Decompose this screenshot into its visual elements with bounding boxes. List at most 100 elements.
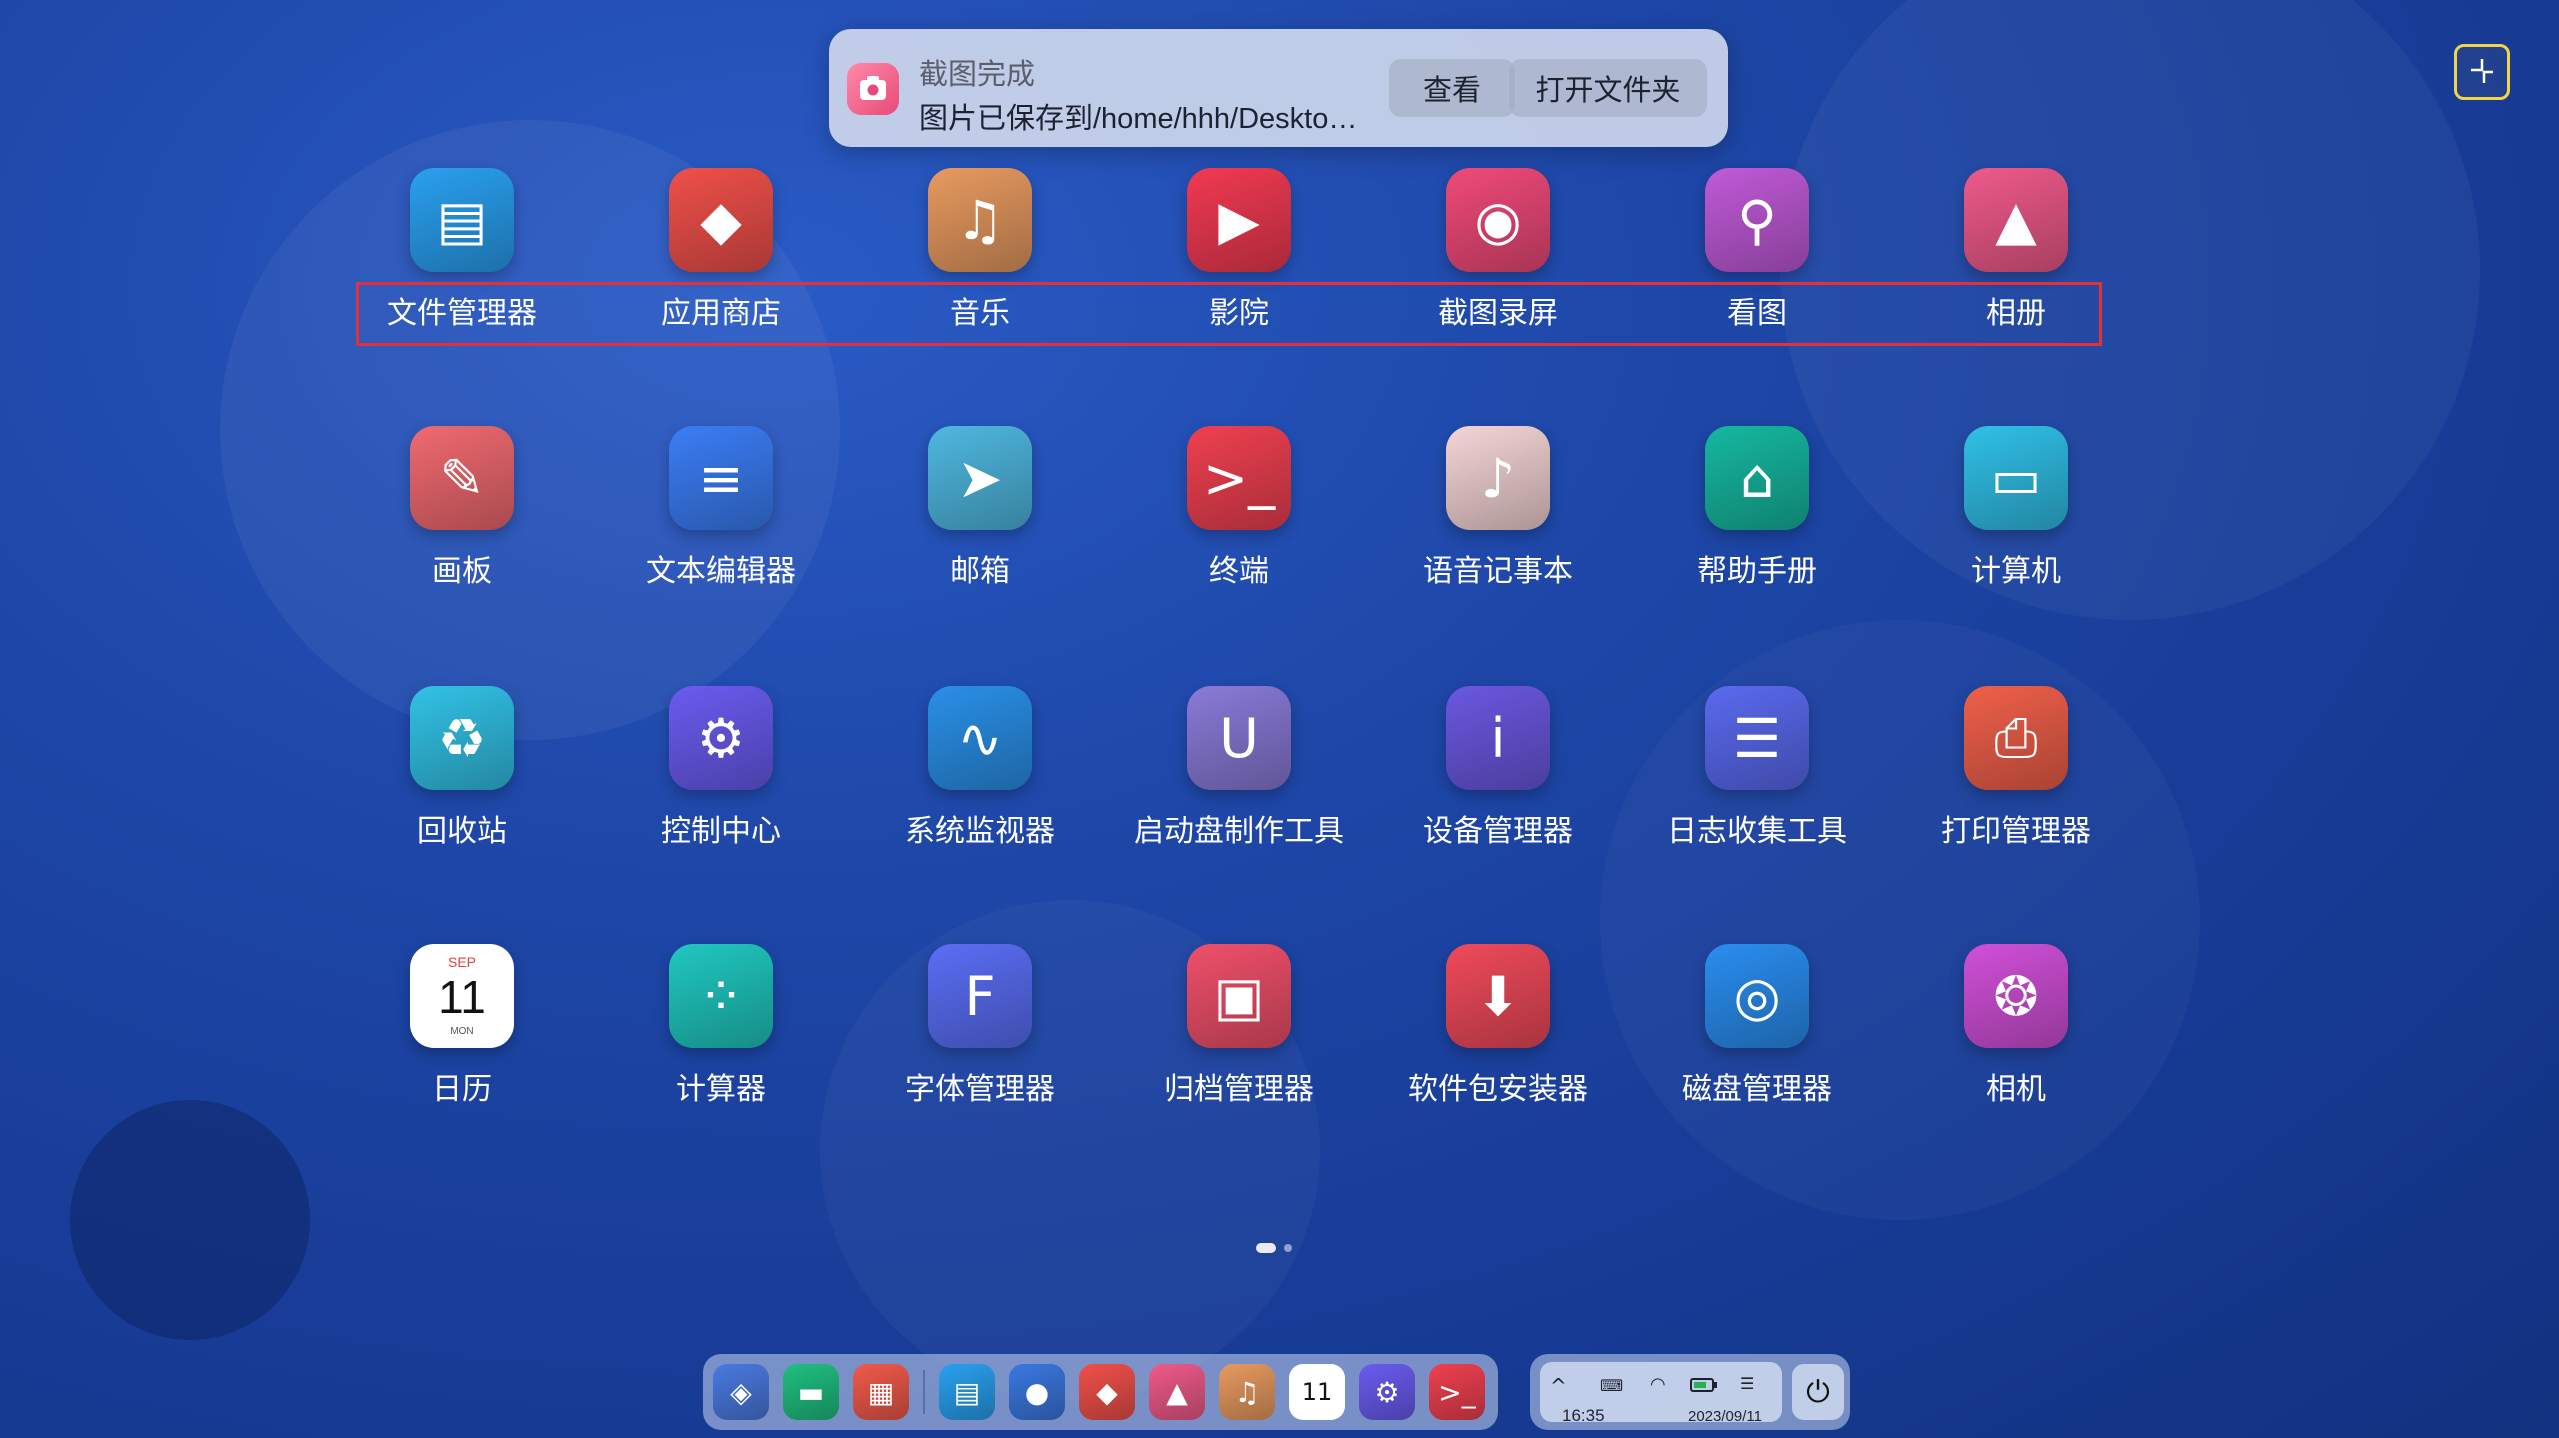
power-button[interactable]: ⏻ [1792, 1364, 1844, 1420]
app-terminal[interactable]: >_ 终端 [1109, 426, 1369, 590]
view-button[interactable]: 查看 [1389, 59, 1515, 117]
app-font[interactable]: F 字体管理器 [850, 944, 1110, 1108]
dock-store-tag-icon[interactable]: ◆ [1079, 1364, 1135, 1420]
app-info[interactable]: i 设备管理器 [1368, 686, 1628, 850]
app-label: 磁盘管理器 [1682, 1073, 1832, 1106]
page-dot-1[interactable] [1256, 1243, 1276, 1253]
dock-photo-album-icon[interactable]: ▲ [1149, 1364, 1205, 1420]
open-folder-button[interactable]: 打开文件夹 [1509, 59, 1707, 117]
tray-status-area[interactable]: ^ ⌨ ◠ ☰ 16:35 2023/09/11 [1540, 1362, 1782, 1425]
dock-calendar-icon[interactable]: 11 [1289, 1364, 1345, 1420]
exit-fullscreen-button[interactable] [2454, 44, 2510, 100]
voice-note-icon-glyph: ♪ [1480, 446, 1516, 510]
dock-multitask-icon[interactable]: ▬ [783, 1364, 839, 1420]
mail-send-icon: ➤ [928, 426, 1032, 530]
clock-date[interactable]: 2023/09/11 [1688, 1408, 1762, 1425]
shrink-icon [2471, 59, 2493, 83]
camera-capture-icon: ◉ [1446, 168, 1550, 272]
camera-icon: ❂ [1964, 944, 2068, 1048]
calendar-day: 11 [438, 971, 486, 1023]
printer-icon: ⎙ [1964, 686, 2068, 790]
recycle-icon: ♻ [410, 686, 514, 790]
music-note-icon-glyph: ♫ [955, 188, 1005, 252]
info-icon: i [1446, 686, 1550, 790]
calculator-icon-glyph: ⁘ [698, 964, 744, 1028]
app-gear[interactable]: ⚙ 控制中心 [591, 686, 851, 850]
highlight-box [356, 282, 2102, 346]
disk-icon: ◎ [1705, 944, 1809, 1048]
app-label: 启动盘制作工具 [1134, 815, 1344, 848]
app-package-install[interactable]: ⬇ 软件包安装器 [1368, 944, 1628, 1108]
archive-icon-glyph: ▣ [1213, 964, 1265, 1028]
dock-folder-icon[interactable]: ▤ [939, 1364, 995, 1420]
app-label: 相机 [1986, 1073, 2046, 1106]
app-computer[interactable]: ▭ 计算机 [1886, 426, 2146, 590]
toggle-panel-icon[interactable]: ☰ [1740, 1374, 1754, 1393]
app-label: 打印管理器 [1941, 815, 2091, 848]
log-icon: ☰ [1705, 686, 1809, 790]
calculator-icon: ⁘ [669, 944, 773, 1048]
store-tag-icon-glyph: ◆ [700, 188, 742, 252]
app-disk[interactable]: ◎ 磁盘管理器 [1627, 944, 1887, 1108]
calendar-icon: SEP 11 MON [410, 944, 514, 1048]
app-label: 控制中心 [661, 815, 781, 848]
app-archive[interactable]: ▣ 归档管理器 [1109, 944, 1369, 1108]
app-label: 设备管理器 [1423, 815, 1573, 848]
app-label: 语音记事本 [1423, 555, 1573, 588]
app-label: 字体管理器 [905, 1073, 1055, 1106]
app-voice-note[interactable]: ♪ 语音记事本 [1368, 426, 1628, 590]
power-icon: ⏻ [1806, 1374, 1830, 1410]
font-icon-glyph: F [964, 964, 996, 1028]
calendar-month: SEP [447, 954, 476, 970]
battery-icon[interactable] [1690, 1374, 1718, 1398]
wifi-icon[interactable]: ◠ [1650, 1374, 1666, 1395]
app-label: 回收站 [417, 815, 507, 848]
dock-browser-icon[interactable]: ● [1009, 1364, 1065, 1420]
monitor-wave-icon: ∿ [928, 686, 1032, 790]
app-text-editor[interactable]: ≡ 文本编辑器 [591, 426, 851, 590]
dock-gear-icon[interactable]: ⚙ [1359, 1364, 1415, 1420]
lighthouse-icon: ⌂ [1705, 426, 1809, 530]
app-label: 日历 [432, 1073, 492, 1106]
app-monitor-wave[interactable]: ∿ 系统监视器 [850, 686, 1110, 850]
app-mail-send[interactable]: ➤ 邮箱 [850, 426, 1110, 590]
page-dot-2[interactable] [1284, 1244, 1292, 1252]
clock-time[interactable]: 16:35 [1562, 1406, 1605, 1426]
dock: ◈ ▬ ▦ ▤ ● ◆ ▲ ♫ 11 ⚙ >_ [703, 1354, 1498, 1430]
gear-icon-glyph: ⚙ [696, 706, 746, 770]
dock-music-note-icon[interactable]: ♫ [1219, 1364, 1275, 1420]
text-editor-icon: ≡ [669, 426, 773, 530]
photo-album-icon: ▲ [1964, 168, 2068, 272]
app-palette[interactable]: ✎ 画板 [332, 426, 592, 590]
dock-terminal-icon[interactable]: >_ [1429, 1364, 1485, 1420]
voice-note-icon: ♪ [1446, 426, 1550, 530]
app-printer[interactable]: ⎙ 打印管理器 [1886, 686, 2146, 850]
play-icon: ▶ [1187, 168, 1291, 272]
text-editor-icon-glyph: ≡ [698, 446, 744, 510]
usb-icon: U [1187, 686, 1291, 790]
play-icon-glyph: ▶ [1218, 188, 1260, 252]
folder-icon-glyph: ▤ [436, 188, 488, 252]
background-shape [70, 1100, 310, 1340]
app-usb[interactable]: U 启动盘制作工具 [1109, 686, 1369, 850]
app-recycle[interactable]: ♻ 回收站 [332, 686, 592, 850]
keyboard-icon[interactable]: ⌨ [1600, 1376, 1623, 1395]
archive-icon: ▣ [1187, 944, 1291, 1048]
image-viewer-icon: ⚲ [1705, 168, 1809, 272]
app-log[interactable]: ☰ 日志收集工具 [1627, 686, 1887, 850]
chevron-up-icon[interactable]: ^ [1550, 1374, 1567, 1398]
notification-message: 图片已保存到/home/hhh/Deskto… [919, 103, 1358, 135]
app-lighthouse[interactable]: ⌂ 帮助手册 [1627, 426, 1887, 590]
camera-capture-icon-glyph: ◉ [1474, 188, 1522, 252]
app-camera[interactable]: ❂ 相机 [1886, 944, 2146, 1108]
app-label: 归档管理器 [1164, 1073, 1314, 1106]
calendar-weekday: MON [450, 1026, 474, 1037]
app-calculator[interactable]: ⁘ 计算器 [591, 944, 851, 1108]
app-calendar[interactable]: SEP 11 MON 日历 [332, 944, 592, 1108]
usb-icon-glyph: U [1219, 706, 1259, 770]
dock-launcher-icon[interactable]: ◈ [713, 1364, 769, 1420]
package-install-icon-glyph: ⬇ [1475, 964, 1521, 1028]
app-label: 终端 [1209, 555, 1269, 588]
app-label: 文本编辑器 [646, 555, 796, 588]
dock-workspace-icon[interactable]: ▦ [853, 1364, 909, 1420]
